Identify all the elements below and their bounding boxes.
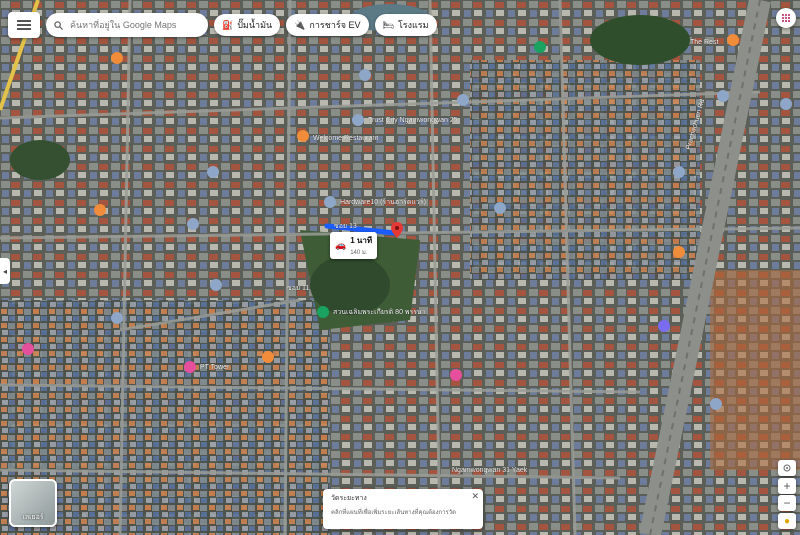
- search-input[interactable]: [68, 19, 192, 31]
- search-icon: [54, 20, 63, 30]
- layers-button[interactable]: เลเยอร์: [9, 479, 57, 527]
- measure-subtitle: คลิกที่แผนที่เพื่อเพิ่มระยะเส้นทางที่คุณ…: [331, 510, 456, 516]
- chip-label: ปั๊มน้ำมัน: [237, 20, 273, 30]
- zoom-in-button[interactable]: +: [778, 478, 796, 494]
- chip-hotel[interactable]: 🛏 โรงแรม: [374, 14, 437, 36]
- poi-marker[interactable]: [673, 166, 685, 178]
- pegman-icon: ●: [783, 515, 791, 527]
- chevron-left-icon: ◂: [2, 266, 7, 276]
- layers-label: เลเยอร์: [22, 514, 44, 521]
- poi-marker[interactable]: [317, 306, 329, 318]
- place-label: Hardware10 (ร้านฮาร์ดแวร์): [340, 198, 426, 206]
- hotel-icon: 🛏: [382, 19, 394, 30]
- measure-title: วัดระยะทาง: [331, 495, 367, 502]
- poi-marker[interactable]: [780, 98, 792, 110]
- poi-marker[interactable]: [673, 246, 685, 258]
- chip-label: การชาร์จ EV: [309, 20, 361, 30]
- poi-marker[interactable]: [111, 312, 123, 324]
- hamburger-icon: [17, 20, 31, 30]
- zoom-out-button[interactable]: −: [778, 495, 796, 511]
- location-target-icon: [783, 464, 791, 472]
- route-distance: 140 ม.: [350, 250, 368, 256]
- road-label: ซอย 13: [334, 223, 357, 230]
- my-location-button[interactable]: [778, 460, 796, 476]
- measure-distance-card: วัดระยะทาง คลิกที่แผนที่เพื่อเพิ่มระยะเส…: [323, 489, 483, 529]
- collapse-panel-button[interactable]: ◂: [0, 258, 10, 284]
- poi-marker[interactable]: [324, 196, 336, 208]
- poi-marker[interactable]: [210, 279, 222, 291]
- route-duration: 1 นาที: [350, 236, 373, 245]
- poi-marker[interactable]: [727, 34, 739, 46]
- road-label: Ngamwongwan 31 Yaek: [452, 467, 528, 474]
- apps-grid-icon: [782, 14, 790, 22]
- pegman-button[interactable]: ●: [778, 513, 796, 529]
- poi-marker[interactable]: [207, 166, 219, 178]
- poi-marker[interactable]: [297, 130, 309, 142]
- close-icon[interactable]: ✕: [471, 491, 479, 502]
- place-label: Welcome Restaurant: [313, 135, 378, 142]
- top-toolbar: ⛽ ปั๊มน้ำมัน 🔌 การชาร์จ EV 🛏 โรงแรม: [8, 12, 437, 38]
- route-duration-label[interactable]: 🚗 1 นาที 140 ม.: [330, 232, 378, 259]
- poi-marker[interactable]: [457, 94, 469, 106]
- poi-marker[interactable]: [187, 218, 199, 230]
- poi-marker[interactable]: [494, 202, 506, 214]
- poi-marker[interactable]: [352, 114, 364, 126]
- ev-charger-icon: 🔌: [294, 19, 306, 30]
- search-box[interactable]: [46, 13, 208, 37]
- menu-button[interactable]: [8, 12, 40, 38]
- chip-gas-station[interactable]: ⛽ ปั๊มน้ำมัน: [214, 14, 281, 36]
- place-label: The Rest: [690, 39, 718, 46]
- place-label: สวนเฉลิมพระเกียรติ 80 พรรษา: [333, 308, 426, 316]
- poi-marker[interactable]: [717, 90, 729, 102]
- poi-marker[interactable]: [262, 351, 274, 363]
- poi-marker[interactable]: [359, 69, 371, 81]
- poi-marker[interactable]: [450, 369, 462, 381]
- satellite-map[interactable]: Hardware10 (ร้านฮาร์ดแวร์) สวนเฉลิมพระเก…: [0, 0, 800, 535]
- poi-marker[interactable]: [94, 204, 106, 216]
- road-label: ซอย 11: [287, 285, 309, 292]
- poi-marker[interactable]: [710, 398, 722, 410]
- chip-ev-charging[interactable]: 🔌 การชาร์จ EV: [286, 14, 369, 36]
- car-icon: 🚗: [335, 240, 347, 250]
- gas-station-icon: ⛽: [222, 19, 234, 30]
- poi-marker[interactable]: [184, 361, 196, 373]
- apps-button[interactable]: [776, 8, 796, 28]
- poi-marker[interactable]: [658, 320, 670, 332]
- poi-marker[interactable]: [534, 41, 546, 53]
- poi-marker[interactable]: [111, 52, 123, 64]
- poi-marker[interactable]: [22, 343, 34, 355]
- place-label: Trust City Ngamwongwan 25: [368, 117, 458, 124]
- place-label: PT Tower: [200, 364, 230, 371]
- chip-label: โรงแรม: [397, 20, 429, 30]
